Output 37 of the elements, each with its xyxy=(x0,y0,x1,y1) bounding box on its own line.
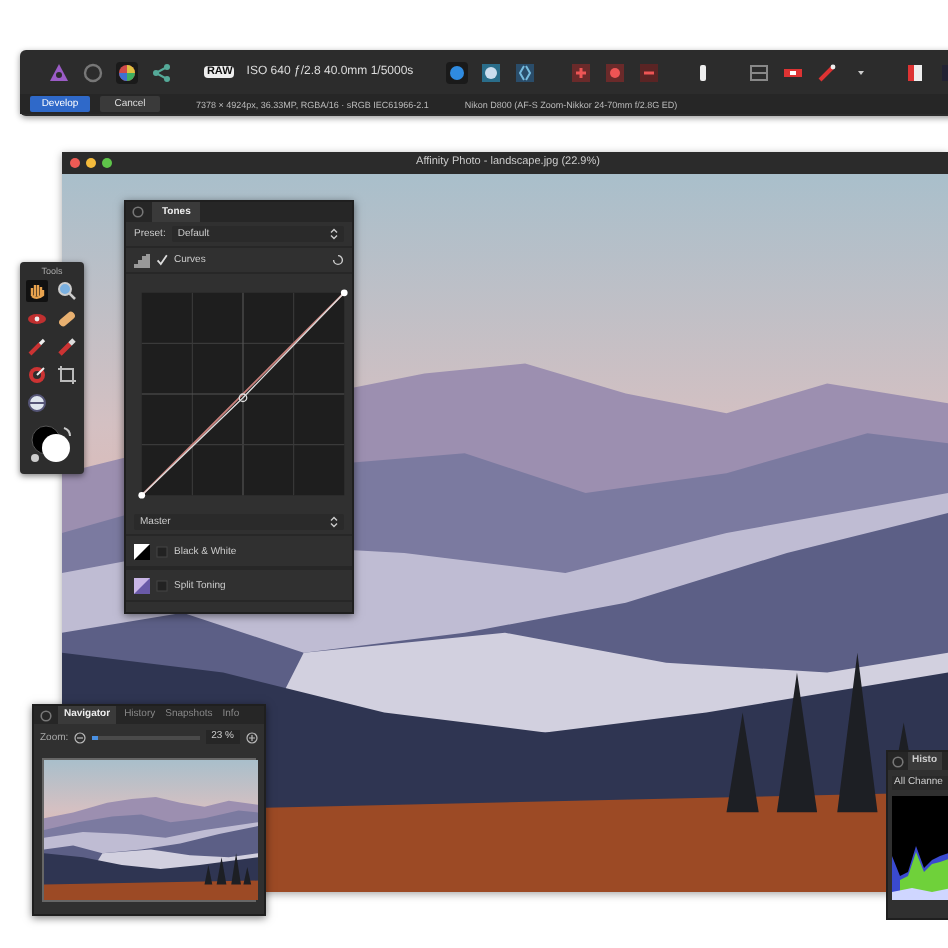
sphere-icon[interactable] xyxy=(26,392,48,414)
checkbox[interactable] xyxy=(156,545,168,557)
close-button[interactable] xyxy=(70,158,80,168)
zoom-button[interactable] xyxy=(102,158,112,168)
color-wheel-icon[interactable] xyxy=(116,61,138,83)
checkbox[interactable] xyxy=(156,579,168,591)
eraser-icon[interactable] xyxy=(56,336,78,358)
crop-icon[interactable] xyxy=(56,364,78,386)
split-view-icon[interactable] xyxy=(514,61,537,83)
close-icon[interactable] xyxy=(892,755,904,767)
minus-icon[interactable] xyxy=(637,61,660,83)
zoom-in-icon[interactable] xyxy=(246,731,258,743)
dot-icon[interactable] xyxy=(446,61,469,83)
close-icon[interactable] xyxy=(132,206,144,218)
target-icon[interactable] xyxy=(26,364,48,386)
split-toning-icon xyxy=(134,577,150,593)
dropdown-caret-icon[interactable] xyxy=(330,516,338,528)
share-icon[interactable] xyxy=(150,61,172,83)
contrast-icon xyxy=(134,543,150,559)
half-circle-icon[interactable] xyxy=(480,61,503,83)
grid-icon[interactable] xyxy=(747,61,769,83)
flag-icon[interactable] xyxy=(903,61,926,83)
hand-icon[interactable] xyxy=(26,280,48,302)
histogram-graph xyxy=(892,796,948,900)
reset-icon[interactable] xyxy=(332,254,344,266)
curves-graph[interactable] xyxy=(138,286,348,502)
zoom-out-icon[interactable] xyxy=(74,731,87,743)
dropdown-caret-icon[interactable] xyxy=(330,228,338,240)
pen-icon[interactable] xyxy=(815,61,837,83)
minimize-button[interactable] xyxy=(86,158,96,168)
circle-icon[interactable] xyxy=(82,61,104,83)
color-swatches-icon[interactable] xyxy=(30,424,74,464)
close-icon[interactable] xyxy=(40,709,52,721)
curves-icon xyxy=(134,253,150,267)
magnifier-icon[interactable] xyxy=(56,280,78,302)
eye-icon[interactable] xyxy=(26,308,48,330)
triangle-icon[interactable] xyxy=(48,61,70,83)
